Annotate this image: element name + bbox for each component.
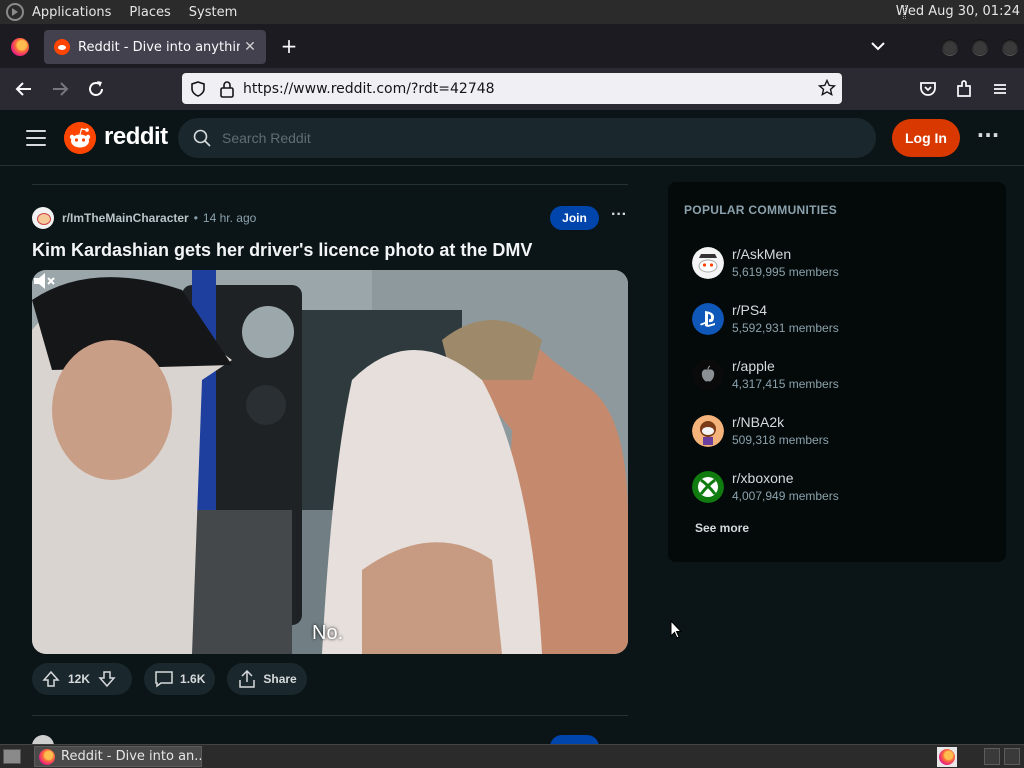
mute-icon[interactable] — [32, 270, 56, 292]
community-item-xboxone[interactable]: r/xboxone 4,007,949 members — [692, 468, 992, 508]
subreddit-avatar[interactable] — [32, 207, 54, 229]
post-video[interactable]: No. — [32, 270, 628, 654]
reddit-logo-icon[interactable] — [64, 122, 96, 154]
list-all-tabs-icon[interactable] — [870, 39, 886, 53]
system-menu[interactable]: System — [189, 5, 237, 20]
vote-control: 12K — [32, 663, 133, 695]
new-tab-button[interactable]: + — [278, 36, 300, 58]
url-bar[interactable]: https://www.reddit.com/?rdt=42748 — [182, 73, 842, 104]
community-members: 509,318 members — [732, 433, 829, 447]
community-item-askmen[interactable]: r/AskMen 5,619,995 members — [692, 244, 992, 284]
search-input[interactable] — [222, 130, 822, 146]
popular-communities-sidebar: POPULAR COMMUNITIES r/AskMen 5,619,995 m… — [668, 182, 1006, 562]
mouse-cursor-icon — [670, 620, 682, 639]
tracking-protection-shield-icon[interactable] — [189, 80, 207, 98]
comments-button[interactable]: 1.6K — [144, 663, 216, 695]
see-more-button[interactable]: See more — [695, 521, 749, 535]
firefox-view-icon[interactable] — [11, 38, 29, 56]
askmen-icon — [692, 247, 724, 279]
post-title[interactable]: Kim Kardashian gets her driver's licence… — [32, 240, 628, 261]
community-members: 4,317,415 members — [732, 377, 839, 391]
share-label: Share — [263, 672, 297, 686]
close-tab-icon[interactable]: ✕ — [240, 39, 260, 55]
bottom-taskbar: Reddit - Dive into an... — [0, 744, 1024, 768]
reddit-favicon-icon — [54, 39, 70, 55]
search-bar[interactable] — [178, 118, 876, 158]
join-button[interactable]: Join — [550, 206, 599, 230]
system-logo-icon[interactable] — [6, 3, 24, 21]
bookmark-star-icon[interactable] — [818, 79, 836, 97]
applications-menu[interactable]: Applications — [32, 5, 111, 20]
hamburger-menu-icon[interactable] — [26, 130, 46, 146]
search-icon — [193, 129, 211, 147]
vote-count: 12K — [68, 672, 91, 686]
maximize-window-button[interactable] — [972, 39, 988, 55]
post-meta: r/ImTheMainCharacter • 14 hr. ago Join ·… — [32, 206, 628, 230]
places-menu[interactable]: Places — [129, 5, 170, 20]
sidebar-heading: POPULAR COMMUNITIES — [684, 203, 838, 217]
extensions-icon[interactable] — [953, 78, 975, 100]
taskbar-window-title: Reddit - Dive into an... — [61, 749, 202, 764]
community-item-apple[interactable]: r/apple 4,317,415 members — [692, 356, 992, 396]
minimize-window-button[interactable] — [942, 39, 958, 55]
tray-firefox-icon[interactable] — [937, 747, 957, 767]
community-name: r/PS4 — [732, 302, 768, 318]
navigation-toolbar: https://www.reddit.com/?rdt=42748 — [0, 68, 1024, 110]
workspace-2[interactable] — [1004, 748, 1020, 765]
community-members: 4,007,949 members — [732, 489, 839, 503]
feed-divider — [32, 715, 628, 716]
url-text[interactable]: https://www.reddit.com/?rdt=42748 — [243, 81, 495, 97]
browser-tab-strip: Reddit - Dive into anything ✕ + — [0, 24, 1024, 68]
video-caption: No. — [312, 622, 344, 644]
close-window-button[interactable] — [1002, 39, 1018, 55]
community-name: r/xboxone — [732, 470, 794, 486]
more-options-icon[interactable]: ··· — [976, 125, 1000, 148]
share-icon — [239, 670, 256, 688]
reload-icon[interactable] — [85, 78, 107, 100]
reddit-wordmark[interactable]: reddit — [104, 123, 168, 151]
post-time: 14 hr. ago — [202, 211, 257, 225]
community-item-nba2k[interactable]: r/NBA2k 509,318 members — [692, 412, 992, 452]
community-members: 5,592,931 members — [732, 321, 839, 335]
taskbar-window-firefox[interactable]: Reddit - Dive into an... — [34, 746, 202, 767]
nba2k-icon — [692, 415, 724, 447]
apple-icon — [692, 359, 724, 391]
lock-icon[interactable] — [219, 80, 235, 98]
show-desktop-icon[interactable] — [3, 749, 21, 764]
comment-icon — [155, 671, 173, 688]
tab-title: Reddit - Dive into anything — [78, 39, 240, 55]
pocket-icon[interactable] — [917, 78, 939, 100]
clock[interactable]: Wed Aug 30, 01:24 — [896, 4, 1020, 19]
log-in-button[interactable]: Log In — [892, 119, 960, 157]
workspace-1[interactable] — [984, 748, 1000, 765]
community-members: 5,619,995 members — [732, 265, 839, 279]
community-name: r/AskMen — [732, 246, 792, 262]
feed-divider — [32, 184, 628, 185]
share-button[interactable]: Share — [227, 663, 307, 695]
forward-icon[interactable] — [49, 78, 71, 100]
downvote-icon[interactable] — [98, 670, 116, 688]
community-name: r/NBA2k — [732, 414, 785, 430]
video-frame — [32, 270, 628, 654]
browser-tab-reddit[interactable]: Reddit - Dive into anything ✕ — [44, 30, 266, 64]
subreddit-link[interactable]: r/ImTheMainCharacter — [62, 211, 189, 225]
meta-separator: • — [193, 211, 198, 225]
playstation-icon — [692, 303, 724, 335]
reddit-header: reddit Log In ··· — [0, 110, 1024, 166]
back-icon[interactable] — [13, 78, 35, 100]
upvote-icon[interactable] — [42, 670, 60, 688]
community-name: r/apple — [732, 358, 775, 374]
xbox-icon — [692, 471, 724, 503]
app-menu-icon[interactable] — [989, 78, 1011, 100]
post-options-icon[interactable]: ··· — [608, 206, 630, 230]
system-top-panel: Applications Places System Wed Aug 30, 0… — [0, 0, 1024, 24]
comment-count: 1.6K — [180, 672, 206, 686]
community-item-ps4[interactable]: r/PS4 5,592,931 members — [692, 300, 992, 340]
firefox-icon — [39, 748, 55, 765]
post-actions: 12K 1.6K Share — [32, 663, 319, 695]
